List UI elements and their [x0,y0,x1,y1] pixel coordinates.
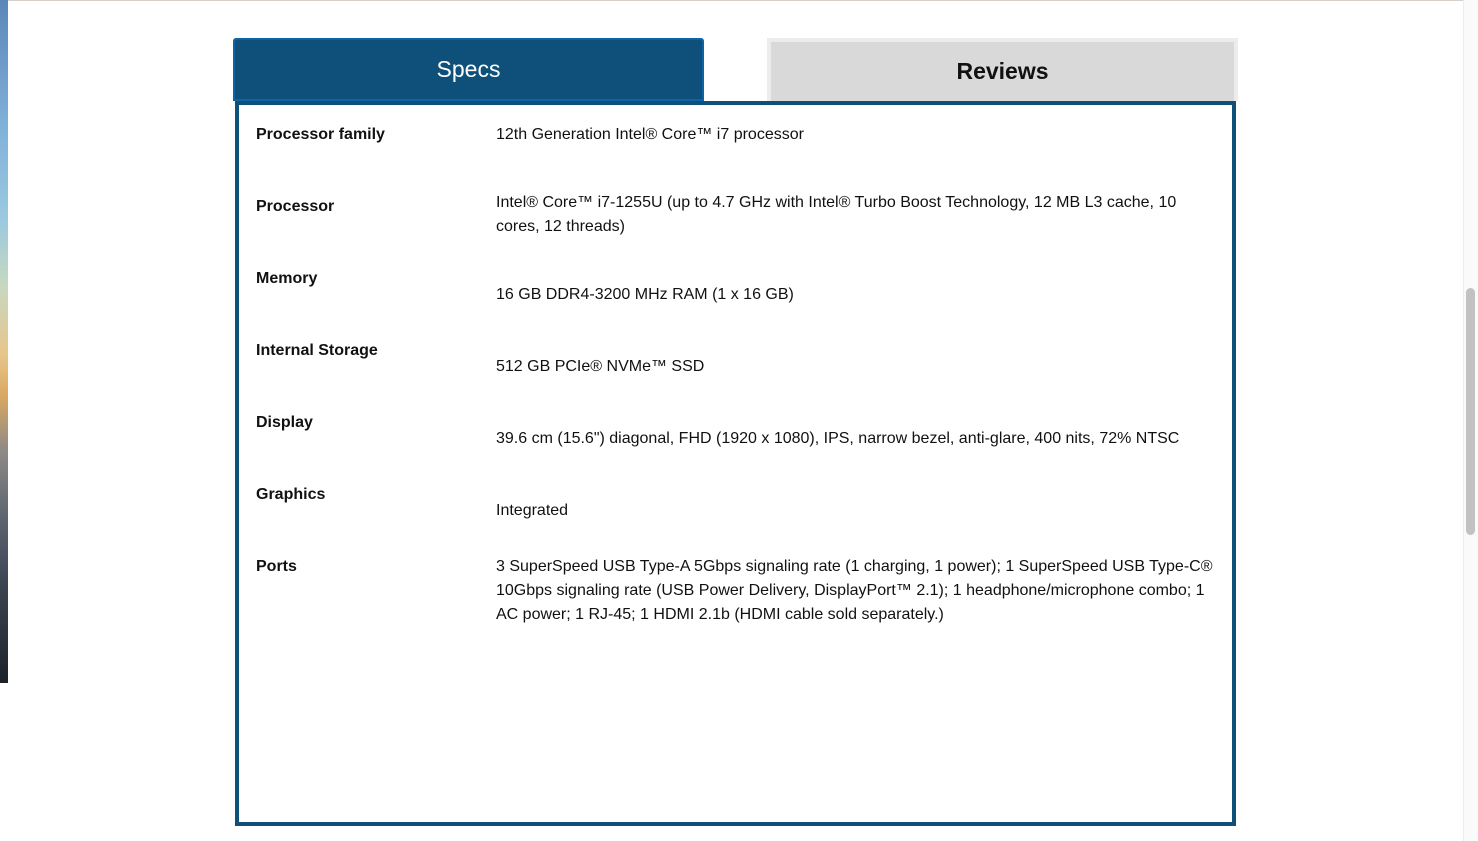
product-page: Specs Reviews Processor family 12th Gene… [0,0,1478,841]
background-image-edge [0,0,8,683]
top-divider [0,0,1478,1]
spec-value: 39.6 cm (15.6") diagonal, FHD (1920 x 10… [496,430,1180,447]
tab-reviews-label: Reviews [956,58,1049,84]
scrollbar-thumb[interactable] [1466,288,1475,535]
specs-panel: Processor family 12th Generation Intel® … [235,101,1236,826]
spec-value: 16 GB DDR4-3200 MHz RAM (1 x 16 GB) [496,286,794,303]
spec-value: Intel® Core™ i7-1255U (up to 4.7 GHz wit… [496,194,1177,235]
spec-label: Graphics [256,486,326,503]
spec-value: Integrated [496,502,569,519]
spec-label: Display [256,414,313,431]
spec-label: Ports [256,558,297,575]
spec-value: 12th Generation Intel® Core™ i7 processo… [496,126,804,143]
spec-value: 512 GB PCIe® NVMe™ SSD [496,358,705,375]
tab-specs[interactable]: Specs [233,38,704,101]
spec-label: Memory [256,270,318,287]
spec-value: 3 SuperSpeed USB Type-A 5Gbps signaling … [496,558,1213,623]
tab-reviews[interactable]: Reviews [767,38,1238,101]
spec-label: Internal Storage [256,342,378,359]
tab-specs-label: Specs [436,56,501,82]
spec-label: Processor family [256,126,385,143]
spec-label: Processor [256,198,335,215]
